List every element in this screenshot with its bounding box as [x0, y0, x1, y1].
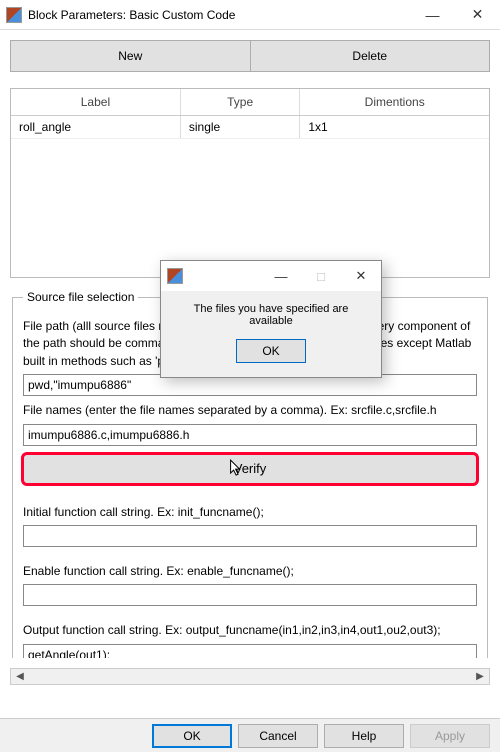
enable-call-label: Enable function call string. Ex: enable_…: [23, 563, 477, 580]
apply-button: Apply: [410, 724, 490, 748]
ok-button[interactable]: OK: [152, 724, 232, 748]
popup-close-button[interactable]: ✕: [341, 261, 381, 291]
popup-maximize-button: □: [301, 261, 341, 291]
cancel-button[interactable]: Cancel: [238, 724, 318, 748]
message-dialog: — □ ✕ The files you have specified are a…: [160, 260, 382, 378]
ports-table: Label Type Dimentions roll_angle single …: [10, 88, 490, 278]
output-call-input[interactable]: [23, 644, 477, 658]
window-titlebar: Block Parameters: Basic Custom Code — ✕: [0, 0, 500, 30]
filenames-label: File names (enter the file names separat…: [23, 402, 477, 419]
popup-message: The files you have specified are availab…: [171, 303, 371, 327]
delete-button[interactable]: Delete: [251, 40, 491, 72]
popup-ok-button[interactable]: OK: [236, 339, 306, 363]
cursor-icon: [230, 459, 244, 477]
cell-dimensions[interactable]: 1x1: [300, 116, 489, 139]
new-button[interactable]: New: [10, 40, 251, 72]
minimize-button[interactable]: —: [410, 0, 455, 30]
close-button[interactable]: ✕: [455, 0, 500, 30]
scroll-right-icon[interactable]: ▶: [473, 671, 487, 682]
help-button[interactable]: Help: [324, 724, 404, 748]
col-dimensions[interactable]: Dimentions: [300, 89, 489, 116]
popup-app-icon: [167, 268, 183, 284]
output-call-label: Output function call string. Ex: output_…: [23, 622, 477, 639]
scroll-left-icon[interactable]: ◀: [13, 671, 27, 682]
source-legend: Source file selection: [23, 290, 138, 304]
app-icon: [6, 7, 22, 23]
cell-type[interactable]: single: [180, 116, 300, 139]
filenames-input[interactable]: [23, 424, 477, 446]
table-row[interactable]: roll_angle single 1x1: [11, 116, 489, 139]
popup-titlebar: — □ ✕: [161, 261, 381, 291]
dialog-button-bar: OK Cancel Help Apply: [0, 718, 500, 752]
cell-label[interactable]: roll_angle: [11, 116, 180, 139]
col-type[interactable]: Type: [180, 89, 300, 116]
initial-call-input[interactable]: [23, 525, 477, 547]
enable-call-input[interactable]: [23, 584, 477, 606]
initial-call-label: Initial function call string. Ex: init_f…: [23, 504, 477, 521]
verify-button[interactable]: Verify: [23, 454, 477, 484]
col-label[interactable]: Label: [11, 89, 180, 116]
horizontal-scrollbar[interactable]: ◀ ▶: [10, 668, 490, 685]
popup-minimize-button[interactable]: —: [261, 261, 301, 291]
window-title: Block Parameters: Basic Custom Code: [28, 8, 410, 22]
